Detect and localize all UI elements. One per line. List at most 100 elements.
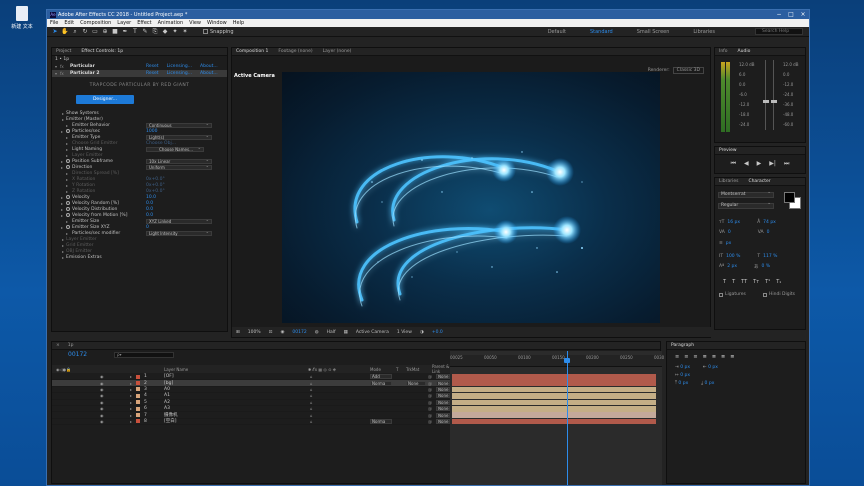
property-value[interactable]: 0.0 [146,207,153,212]
parent-dropdown[interactable]: None [436,393,450,399]
eraser-tool-icon[interactable]: ◆ [161,28,169,36]
expand-triangle-icon[interactable]: ▸ [66,147,68,152]
shy-switch-icon[interactable]: ⌂ [310,381,313,386]
property-value[interactable]: 10.0 [146,195,156,200]
expand-triangle-icon[interactable]: ▸ [130,406,132,411]
menu-window[interactable]: Window [207,20,227,26]
horizontal-scale-value[interactable]: 117 % [763,254,777,259]
close-tab-icon[interactable]: × [56,343,60,348]
expand-triangle-icon[interactable]: ▸ [66,153,68,158]
pan-behind-tool-icon[interactable]: ⊕ [101,28,109,36]
shy-switch-icon[interactable]: ⌂ [310,393,313,398]
label-color-swatch[interactable] [136,387,140,392]
expand-triangle-icon[interactable]: ▸ [62,117,64,122]
viewer-timecode[interactable]: 00172 [292,330,306,335]
workspace-libraries[interactable]: Libraries [693,29,715,35]
hand-tool-icon[interactable]: ✋ [61,28,69,36]
visibility-eye-icon[interactable]: ◉ [100,374,104,379]
camera-view-dropdown[interactable]: Active Camera [356,330,389,335]
font-family-dropdown[interactable]: Montserrat [718,191,774,198]
parent-pickwhip-icon[interactable]: @ [428,387,432,392]
visibility-eye-icon[interactable]: ◉ [100,381,104,386]
layer-name[interactable]: A2 [164,400,170,405]
expand-triangle-icon[interactable]: ▸ [66,177,68,182]
renderer-value[interactable]: Classic 3D [672,67,704,74]
visibility-eye-icon[interactable]: ◉ [100,419,104,424]
col-mode[interactable]: Mode [370,367,381,372]
ligatures-checkbox[interactable] [719,292,723,297]
shy-switch-icon[interactable]: ⌂ [310,413,313,418]
layer-name[interactable]: A1 [164,393,170,398]
parent-pickwhip-icon[interactable]: @ [428,419,432,424]
tab-libraries[interactable]: Libraries [719,179,738,184]
zoom-dropdown[interactable]: 100% [248,330,261,335]
tracking-value[interactable]: 0 [767,230,770,235]
workspace-standard[interactable]: Standard [590,29,613,35]
kerning-value[interactable]: 0 [728,230,731,235]
parent-pickwhip-icon[interactable]: @ [428,374,432,379]
tab-viewer-2[interactable]: Layer (none) [323,49,352,54]
label-color-swatch[interactable] [136,419,140,424]
tab-audio[interactable]: Audio [738,49,751,54]
expand-triangle-icon[interactable]: ▸ [130,419,132,424]
stopwatch-icon[interactable] [66,207,70,211]
justify-all-icon[interactable]: ≣ [730,354,734,360]
visibility-eye-icon[interactable]: ◉ [100,400,104,405]
first-frame-icon[interactable]: ⏮ [731,160,736,168]
zoom-tool-icon[interactable]: ⌕ [71,28,79,36]
expand-triangle-icon[interactable]: ▸ [66,183,68,188]
tab-preview[interactable]: Preview [719,148,737,153]
expand-triangle-icon[interactable]: ▸ [62,237,64,242]
shy-switch-icon[interactable]: ⌂ [310,406,313,411]
expand-triangle-icon[interactable]: ▸ [130,413,132,418]
parent-dropdown[interactable]: None [436,412,450,418]
play-icon[interactable]: ▶ [757,160,762,168]
font-style-dropdown[interactable]: Regular [718,202,774,209]
effect-link-licensing[interactable]: Licensing... [167,71,192,76]
selection-tool-icon[interactable]: ➤ [51,28,59,36]
expand-triangle-icon[interactable]: ▸ [66,123,68,128]
label-color-swatch[interactable] [136,381,140,386]
minimize-icon[interactable]: − [773,11,785,18]
clone-tool-icon[interactable]: ⎘ [151,28,159,36]
menu-edit[interactable]: Edit [64,20,74,26]
baseline-value[interactable]: 2 px [727,264,737,270]
property-value[interactable]: 0x+0.0° [146,183,165,188]
small-caps-icon[interactable]: Tᴛ [753,279,759,285]
expand-triangle-icon[interactable]: ▸ [62,255,64,260]
expand-triangle-icon[interactable]: ▸ [62,243,64,248]
col-parent[interactable]: Parent & Link [432,364,450,374]
indent-right-value[interactable]: 0 px [708,365,718,370]
parent-dropdown[interactable]: None [436,418,450,424]
brush-tool-icon[interactable]: ✎ [141,28,149,36]
next-frame-icon[interactable]: ▶| [769,160,776,168]
visibility-eye-icon[interactable]: ◉ [100,406,104,411]
label-color-swatch[interactable] [136,400,140,405]
expand-triangle-icon[interactable]: ▸ [66,189,68,194]
tab-effect-controls[interactable]: Effect Controls: 1p [81,49,123,54]
expand-triangle-icon[interactable]: ▸ [61,195,63,200]
layer-duration-bar[interactable] [452,399,656,406]
stopwatch-icon[interactable] [66,201,70,205]
faux-bold-icon[interactable]: T [723,279,726,285]
all-caps-icon[interactable]: TT [741,279,747,285]
camera-tool-icon[interactable]: ▭ [91,28,99,36]
subscript-icon[interactable]: T₁ [776,279,781,285]
indent-first-value[interactable]: 0 px [680,373,690,378]
designer-button[interactable]: Designer... [76,95,134,104]
layer-name[interactable]: 摄像机 [164,412,178,418]
expand-triangle-icon[interactable]: ▸ [66,171,68,176]
expand-triangle-icon[interactable]: ▸ [61,165,63,170]
exposure-icon[interactable]: ◑ [420,330,424,335]
layer-name[interactable]: [bg] [164,381,173,386]
roto-tool-icon[interactable]: ✦ [171,28,179,36]
property-value[interactable]: 0 [146,225,149,230]
layer-name[interactable]: [空白] [164,418,177,424]
justify-left-icon[interactable]: ≣ [703,354,707,360]
fill-color-swatch[interactable] [784,192,795,203]
fx-toggle-icon[interactable]: fx [60,64,64,69]
expand-triangle-icon[interactable]: ▸ [66,219,68,224]
parent-pickwhip-icon[interactable]: @ [428,413,432,418]
tab-viewer-0[interactable]: Composition 1 [236,49,268,54]
effect-link-reset[interactable]: Reset [146,64,159,69]
